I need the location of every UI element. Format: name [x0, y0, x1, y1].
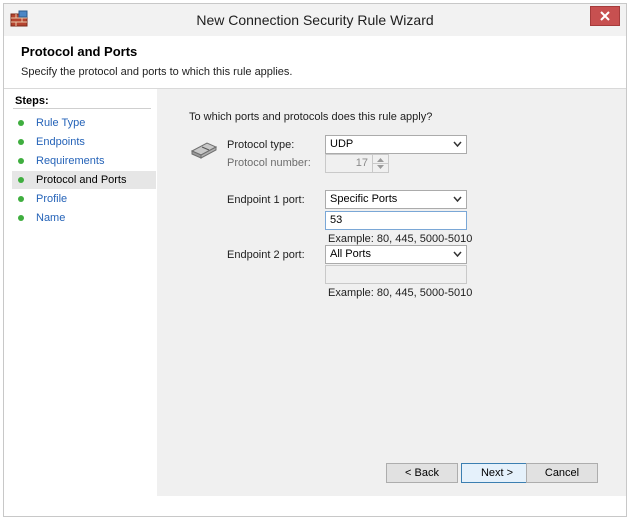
protocol-type-label: Protocol type:	[227, 139, 295, 151]
steps-pane: Steps: Rule Type Endpoints Requirements …	[4, 89, 157, 496]
step-name[interactable]: Name	[12, 209, 156, 227]
page-title: Protocol and Ports	[21, 44, 138, 59]
close-icon	[600, 11, 610, 21]
close-button[interactable]	[590, 6, 620, 26]
step-bullet-icon	[18, 139, 24, 145]
protocol-number-label: Protocol number:	[227, 157, 311, 169]
title-bar[interactable]: New Connection Security Rule Wizard	[4, 4, 626, 36]
endpoint1-select-value: Specific Ports	[330, 193, 398, 205]
step-label: Name	[36, 212, 66, 224]
next-button[interactable]: Next >	[461, 463, 533, 483]
step-label: Profile	[36, 193, 68, 205]
step-requirements[interactable]: Requirements	[12, 152, 156, 170]
protocol-type-value: UDP	[330, 138, 354, 150]
step-bullet-icon	[18, 196, 24, 202]
protocol-type-select[interactable]: UDP	[325, 135, 467, 154]
endpoint1-example-text: Example: 80, 445, 5000-5010	[328, 233, 473, 245]
endpoint1-port-select[interactable]: Specific Ports	[325, 190, 467, 209]
step-label: Requirements	[36, 155, 105, 167]
protocol-number-value: 17	[355, 157, 368, 169]
back-button[interactable]: < Back	[386, 463, 458, 483]
endpoint2-select-value: All Ports	[330, 248, 371, 260]
protocol-number-spinner[interactable]: 17	[325, 154, 389, 173]
endpoint2-example-text: Example: 80, 445, 5000-5010	[328, 287, 473, 299]
step-label: Endpoints	[36, 136, 85, 148]
ports-question: To which ports and protocols does this r…	[189, 111, 433, 123]
spinner-arrows[interactable]	[372, 155, 388, 172]
endpoint2-ports-input[interactable]	[325, 265, 467, 284]
steps-heading: Steps:	[13, 94, 151, 109]
page-subtitle: Specify the protocol and ports to which …	[21, 66, 293, 78]
step-bullet-icon	[18, 215, 24, 221]
endpoint2-port-select[interactable]: All Ports	[325, 245, 467, 264]
step-endpoints[interactable]: Endpoints	[12, 133, 156, 151]
endpoint1-input-value: 53	[330, 214, 343, 226]
step-label: Protocol and Ports	[36, 174, 127, 186]
content-pane: To which ports and protocols does this r…	[157, 89, 626, 496]
step-protocol-and-ports[interactable]: Protocol and Ports	[12, 171, 156, 189]
network-cable-icon	[190, 142, 218, 159]
step-profile[interactable]: Profile	[12, 190, 156, 208]
step-bullet-icon	[18, 177, 24, 183]
spin-up-down-icon	[373, 158, 388, 169]
step-bullet-icon	[18, 120, 24, 126]
endpoint1-ports-input[interactable]: 53	[325, 211, 467, 230]
wizard-header: Protocol and Ports Specify the protocol …	[4, 36, 626, 89]
endpoint1-port-label: Endpoint 1 port:	[227, 194, 305, 206]
wizard-window: New Connection Security Rule Wizard Prot…	[3, 3, 627, 517]
chevron-down-icon	[453, 251, 462, 258]
endpoint2-port-label: Endpoint 2 port:	[227, 249, 305, 261]
chevron-down-icon	[453, 141, 462, 148]
step-bullet-icon	[18, 158, 24, 164]
window-title: New Connection Security Rule Wizard	[196, 12, 434, 28]
step-label: Rule Type	[36, 117, 86, 129]
chevron-down-icon	[453, 196, 462, 203]
step-rule-type[interactable]: Rule Type	[12, 114, 156, 132]
cancel-button[interactable]: Cancel	[526, 463, 598, 483]
